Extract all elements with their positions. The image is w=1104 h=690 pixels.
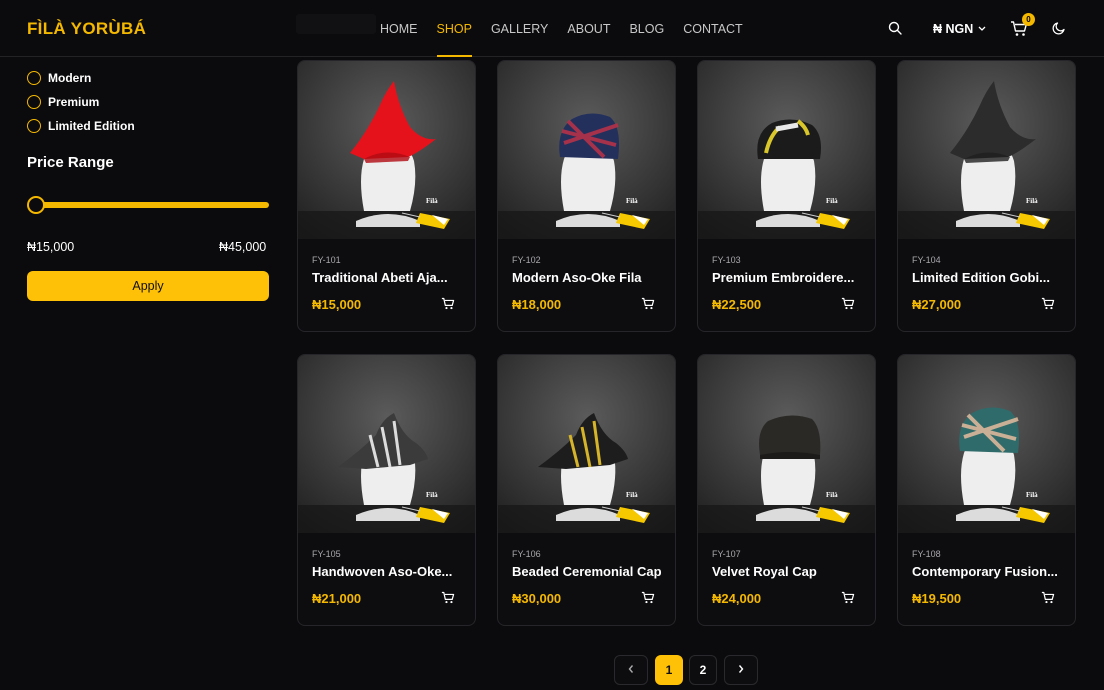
product-sku: FY-102: [512, 255, 541, 265]
radio-button[interactable]: [27, 95, 41, 109]
product-name[interactable]: Modern Aso-Oke Fila: [512, 270, 662, 285]
product-image[interactable]: Fìlà: [898, 355, 1075, 533]
product-name[interactable]: Beaded Ceremonial Cap: [512, 564, 662, 579]
add-to-cart-icon[interactable]: [841, 591, 855, 609]
chevron-down-icon: [977, 22, 987, 36]
watermark-text: Fìlà: [1026, 491, 1038, 499]
watermark-text: Fìlà: [826, 197, 838, 205]
product-card[interactable]: Fìlà FY-107 Velvet Royal Cap ₦24,000: [697, 354, 876, 626]
add-to-cart-icon[interactable]: [641, 297, 655, 315]
watermark-text: Fìlà: [626, 491, 638, 499]
currency-label: ₦ NGN: [933, 22, 974, 36]
product-price: ₦21,000: [312, 591, 362, 606]
main-nav: HOME SHOP GALLERY ABOUT BLOG CONTACT: [380, 22, 743, 57]
watermark-text: Fìlà: [826, 491, 838, 499]
radio-button[interactable]: [27, 119, 41, 133]
product-name[interactable]: Velvet Royal Cap: [712, 564, 862, 579]
filter-option-modern[interactable]: Modern: [27, 66, 269, 90]
filter-option-premium[interactable]: Premium: [27, 90, 269, 114]
add-to-cart-icon[interactable]: [441, 297, 455, 315]
filter-label: Modern: [48, 71, 92, 85]
product-price: ₦30,000: [512, 591, 562, 606]
product-card[interactable]: Fìlà FY-104 Limited Edition Gobi... ₦27,…: [897, 60, 1076, 332]
nav-shop[interactable]: SHOP: [436, 22, 473, 57]
product-price: ₦15,000: [312, 297, 362, 312]
header-placeholder-bar: [296, 14, 376, 34]
filter-option-limited-edition[interactable]: Limited Edition: [27, 114, 269, 138]
product-image[interactable]: Fìlà: [698, 355, 875, 533]
product-card[interactable]: Fìlà FY-106 Beaded Ceremonial Cap ₦30,00…: [497, 354, 676, 626]
nav-home[interactable]: HOME: [380, 22, 418, 57]
nav-blog[interactable]: BLOG: [629, 22, 664, 57]
chevron-right-icon: [737, 663, 745, 677]
watermark-text: Fìlà: [626, 197, 638, 205]
style-filter-list: Modern Premium Limited Edition: [27, 66, 269, 138]
add-to-cart-icon[interactable]: [1041, 297, 1055, 315]
nav-gallery[interactable]: GALLERY: [491, 22, 548, 57]
pagination-next-button[interactable]: [724, 655, 758, 685]
product-card[interactable]: Fìlà FY-108 Contemporary Fusion... ₦19,5…: [897, 354, 1076, 626]
product-image[interactable]: Fìlà: [498, 355, 675, 533]
cart-count-badge: 0: [1022, 13, 1035, 26]
product-card[interactable]: Fìlà FY-105 Handwoven Aso-Oke... ₦21,000: [297, 354, 476, 626]
add-to-cart-icon[interactable]: [441, 591, 455, 609]
product-image[interactable]: Fìlà: [498, 61, 675, 239]
product-price: ₦19,500: [912, 591, 962, 606]
pagination-page-1[interactable]: 1: [655, 655, 683, 685]
product-sku: FY-105: [312, 549, 341, 559]
radio-button[interactable]: [27, 71, 41, 85]
product-image[interactable]: Fìlà: [698, 61, 875, 239]
product-sku: FY-104: [912, 255, 941, 265]
product-price: ₦24,000: [712, 591, 762, 606]
product-name[interactable]: Handwoven Aso-Oke...: [312, 564, 462, 579]
product-name[interactable]: Premium Embroidere...: [712, 270, 862, 285]
price-min-value: ₦15,000: [27, 240, 75, 254]
currency-selector[interactable]: ₦ NGN: [933, 22, 987, 36]
search-icon[interactable]: [888, 21, 902, 40]
price-slider-track[interactable]: [29, 202, 269, 208]
add-to-cart-icon[interactable]: [641, 591, 655, 609]
product-sku: FY-101: [312, 255, 341, 265]
price-range-title: Price Range: [27, 154, 114, 171]
pagination-page-2[interactable]: 2: [689, 655, 717, 685]
apply-button[interactable]: Apply: [27, 271, 269, 301]
filter-label: Premium: [48, 95, 100, 109]
nav-contact[interactable]: CONTACT: [683, 22, 743, 57]
product-price: ₦22,500: [712, 297, 762, 312]
add-to-cart-icon[interactable]: [841, 297, 855, 315]
product-name[interactable]: Contemporary Fusion...: [912, 564, 1062, 579]
add-to-cart-icon[interactable]: [1041, 591, 1055, 609]
chevron-left-icon: [627, 663, 635, 677]
product-name[interactable]: Traditional Abeti Aja...: [312, 270, 462, 285]
nav-about[interactable]: ABOUT: [567, 22, 610, 57]
product-sku: FY-103: [712, 255, 741, 265]
product-sku: FY-106: [512, 549, 541, 559]
product-card[interactable]: Fìlà FY-101 Traditional Abeti Aja... ₦15…: [297, 60, 476, 332]
product-sku: FY-107: [712, 549, 741, 559]
product-card[interactable]: Fìlà FY-102 Modern Aso-Oke Fila ₦18,000: [497, 60, 676, 332]
price-slider-thumb[interactable]: [27, 196, 45, 214]
pagination-prev-button[interactable]: [614, 655, 648, 685]
watermark-text: Fìlà: [426, 491, 438, 499]
product-name[interactable]: Limited Edition Gobi...: [912, 270, 1062, 285]
watermark-text: Fìlà: [426, 197, 438, 205]
product-image[interactable]: Fìlà: [898, 61, 1075, 239]
product-card[interactable]: Fìlà FY-103 Premium Embroidere... ₦22,50…: [697, 60, 876, 332]
product-sku: FY-108: [912, 549, 941, 559]
product-image[interactable]: Fìlà: [298, 355, 475, 533]
brand-logo[interactable]: FÌLÀ YORÙBÁ: [27, 19, 146, 39]
moon-icon[interactable]: [1052, 21, 1066, 40]
price-max-value: ₦45,000: [219, 240, 267, 254]
filter-label: Limited Edition: [48, 119, 135, 133]
watermark-text: Fìlà: [1026, 197, 1038, 205]
site-header: FÌLÀ YORÙBÁ HOME SHOP GALLERY ABOUT BLOG…: [0, 0, 1104, 57]
product-price: ₦18,000: [512, 297, 562, 312]
product-price: ₦27,000: [912, 297, 962, 312]
product-image[interactable]: Fìlà: [298, 61, 475, 239]
